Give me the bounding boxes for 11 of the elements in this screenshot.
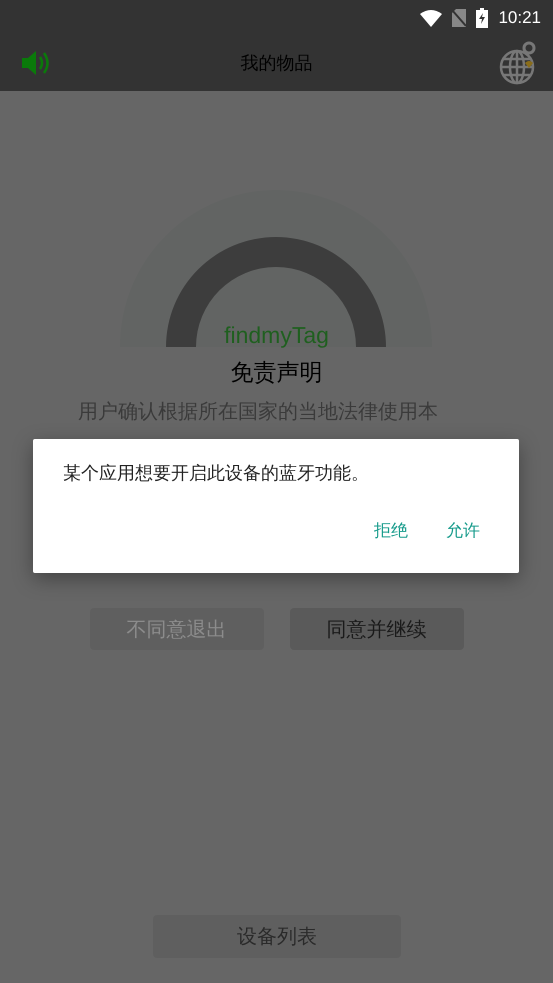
dialog-message: 某个应用想要开启此设备的蓝牙功能。	[63, 462, 370, 485]
wifi-icon	[420, 8, 442, 26]
agree-continue-button[interactable]: 同意并继续	[290, 608, 464, 650]
clock-time: 10:21	[498, 8, 541, 28]
globe-pin-icon[interactable]	[499, 41, 537, 85]
no-sim-icon	[452, 8, 466, 26]
app-logo-text: findmyTag	[224, 322, 329, 348]
battery-charging-icon	[476, 8, 488, 28]
allow-button[interactable]: 允许	[442, 515, 484, 546]
disclaimer-title: 免责声明	[230, 360, 322, 386]
deny-button[interactable]: 拒绝	[370, 515, 412, 546]
